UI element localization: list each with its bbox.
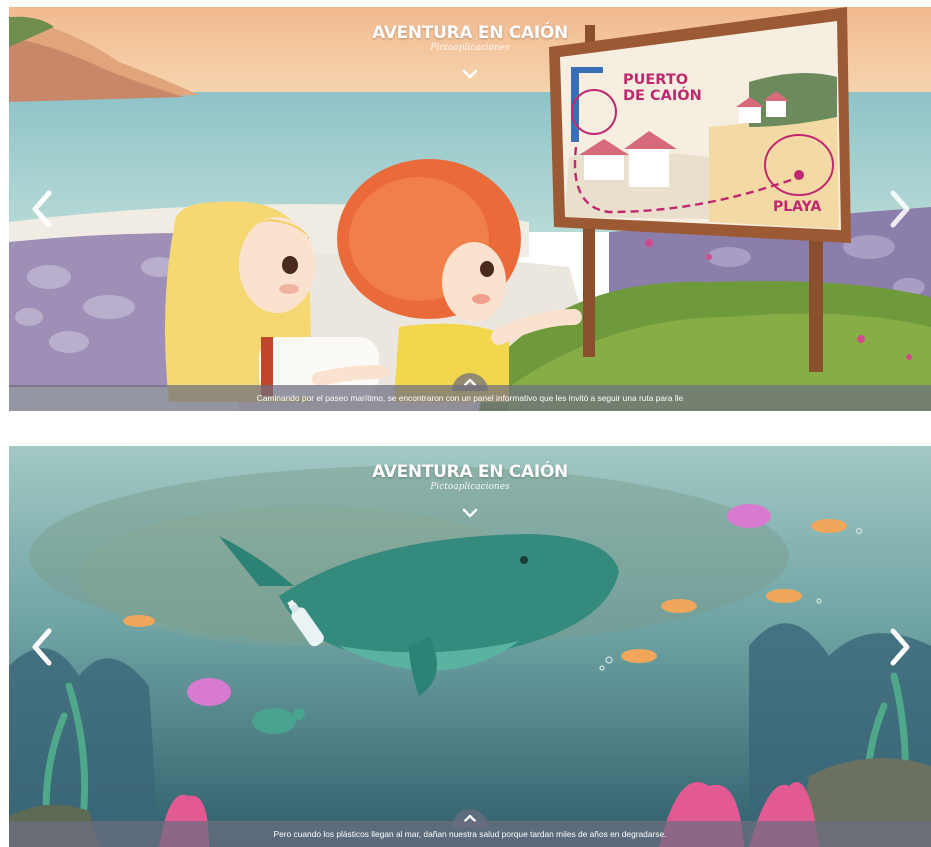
chevron-left-icon: [32, 190, 52, 228]
next-slide-button[interactable]: [887, 189, 913, 229]
slide-promenade: AVENTURA EN CAIÓN Pictoaplicaciones PUER…: [9, 7, 931, 411]
slide-caption: Pero cuando los plásticos llegan al mar,…: [9, 821, 931, 847]
sign-label-port-line1: PUERTO: [623, 72, 689, 88]
slide-ocean: AVENTURA EN CAIÓN Pictoaplicaciones Pero…: [9, 446, 931, 847]
next-slide-button[interactable]: [887, 627, 913, 667]
prev-slide-button[interactable]: [29, 627, 55, 667]
sign-label-port-line2: DE CAIÓN: [623, 88, 702, 104]
sign-label-beach: PLAYA: [773, 199, 822, 215]
sign-label-port: PUERTO DE CAIÓN: [623, 72, 702, 104]
chevron-down-icon: [462, 69, 478, 79]
chevron-down-icon: [462, 508, 478, 518]
chevron-left-icon: [32, 628, 52, 665]
chevron-right-icon: [890, 628, 910, 665]
header-collapse-button[interactable]: [460, 67, 480, 81]
header-collapse-button[interactable]: [460, 506, 480, 520]
chevron-right-icon: [890, 190, 910, 228]
prev-slide-button[interactable]: [29, 189, 55, 229]
slide-caption: Caminando por el paseo marítimo, se enco…: [9, 385, 931, 411]
